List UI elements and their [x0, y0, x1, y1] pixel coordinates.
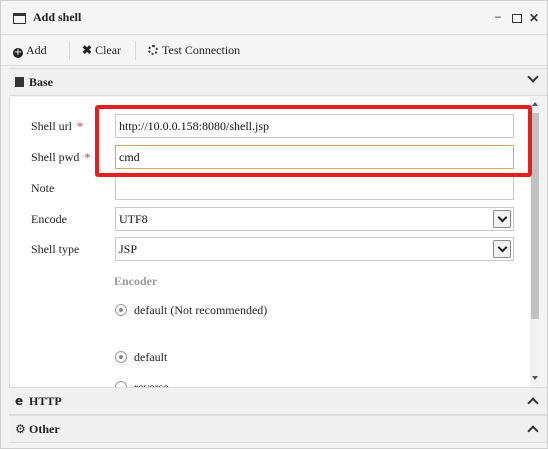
- scroll-down-icon[interactable]: [532, 376, 538, 380]
- shell-type-label: Shell type: [31, 242, 80, 256]
- add-button-label: Add: [26, 43, 47, 57]
- note-input[interactable]: [115, 176, 514, 200]
- minimize-icon[interactable]: ‒: [495, 9, 501, 23]
- toolbar: + Add ✖ Clear Test Connection: [1, 35, 547, 66]
- toolbar-divider: [69, 41, 70, 60]
- section-title-other: Other: [29, 422, 60, 436]
- close-icon[interactable]: ✕: [529, 11, 539, 25]
- scroll-up-icon[interactable]: [532, 102, 538, 106]
- test-connection-label: Test Connection: [162, 43, 241, 57]
- title-bar[interactable]: Add shell ‒ ✕: [1, 1, 547, 35]
- document-icon: [15, 77, 24, 87]
- spinner-icon: [148, 45, 158, 55]
- x-icon: ✖: [82, 43, 93, 57]
- add-shell-dialog: Add shell ‒ ✕ + Add ✖ Clear Test Connectio…: [0, 0, 548, 449]
- encoder-heading: Encoder: [114, 274, 158, 288]
- required-marker: *: [77, 119, 83, 133]
- vertical-scrollbar[interactable]: [530, 97, 539, 387]
- section-header-http[interactable]: e HTTP: [9, 387, 547, 415]
- gears-icon: ⚙: [15, 422, 26, 436]
- section-title-http: HTTP: [29, 394, 62, 408]
- encode-label: Encode: [31, 212, 67, 226]
- test-connection-button[interactable]: Test Connection: [148, 42, 240, 59]
- scrollbar-thumb[interactable]: [531, 113, 539, 319]
- add-button[interactable]: + Add: [13, 42, 47, 59]
- shell-pwd-label: Shell pwd *: [31, 150, 91, 164]
- shell-type-select[interactable]: JSP: [115, 237, 514, 261]
- shell-url-label: Shell url *: [31, 119, 83, 133]
- encoder-option[interactable]: default: [115, 350, 167, 365]
- encoder-option[interactable]: default (Not recommended): [115, 303, 267, 318]
- section-header-other[interactable]: ⚙ Other: [9, 415, 547, 443]
- shell-url-input[interactable]: http://10.0.0.158:8080/shell.jsp: [115, 114, 514, 138]
- section-title-base: Base: [29, 75, 53, 89]
- chevron-up-icon: [527, 425, 539, 437]
- base-form-panel: Shell url * http://10.0.0.158:8080/shell.…: [9, 97, 539, 387]
- note-label: Note: [31, 181, 55, 195]
- encoder-option-label: default: [134, 350, 168, 364]
- clear-button-label: Clear: [95, 43, 122, 57]
- encode-value: UTF8: [119, 212, 148, 226]
- encoder-option[interactable]: reverse: [115, 380, 169, 387]
- chevron-down-icon[interactable]: [493, 210, 511, 228]
- chevron-down-icon: [527, 71, 539, 83]
- radio-button[interactable]: [115, 351, 127, 363]
- radio-button[interactable]: [115, 304, 127, 316]
- encoder-option-label: default (Not recommended): [134, 303, 268, 317]
- maximize-icon[interactable]: [512, 14, 522, 23]
- dialog-title: Add shell: [33, 10, 82, 24]
- window-icon: [13, 13, 26, 24]
- chevron-down-icon[interactable]: [493, 240, 511, 258]
- shell-type-value: JSP: [119, 242, 138, 256]
- plus-circle-icon: +: [13, 47, 23, 58]
- section-header-base[interactable]: Base: [9, 68, 547, 96]
- encode-select[interactable]: UTF8: [115, 207, 514, 231]
- toolbar-divider: [135, 41, 136, 60]
- edge-icon: e: [15, 394, 24, 408]
- encoder-option-label: reverse: [134, 380, 169, 387]
- required-marker: *: [84, 150, 91, 164]
- clear-button[interactable]: ✖ Clear: [82, 42, 121, 59]
- chevron-up-icon: [527, 397, 539, 409]
- shell-pwd-input[interactable]: cmd: [115, 145, 514, 169]
